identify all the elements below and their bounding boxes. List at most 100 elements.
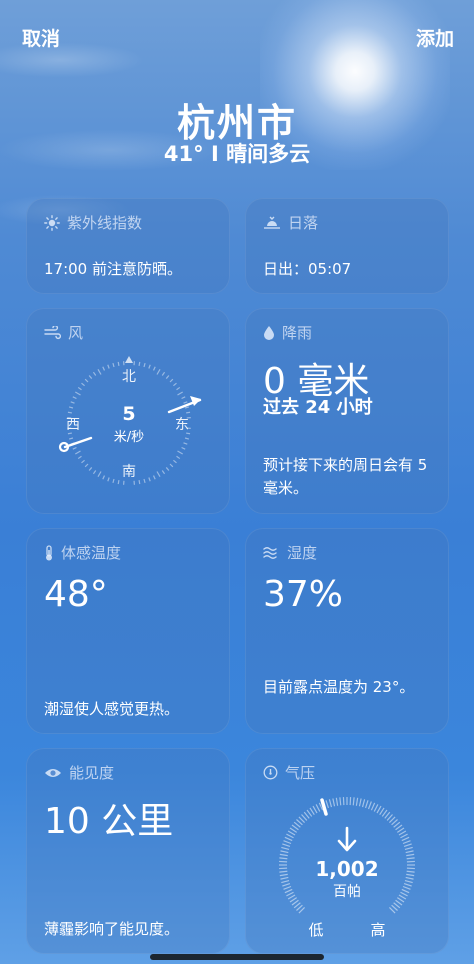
compass-tick xyxy=(92,470,97,475)
compass-west: 西 xyxy=(66,417,80,433)
gauge-tick xyxy=(328,799,333,808)
wind-speed: 5 xyxy=(122,403,135,425)
gauge-tick xyxy=(291,824,299,831)
compass-tick xyxy=(112,478,115,484)
compass-tick xyxy=(165,375,170,379)
gauge-tick xyxy=(406,857,415,860)
feels-card-header: 体感温度 xyxy=(44,542,121,563)
compass-tick xyxy=(68,437,74,440)
gauge-tick xyxy=(376,805,382,814)
compass-tick xyxy=(181,396,186,400)
compass-tick xyxy=(138,361,141,366)
compass-tick xyxy=(81,459,85,464)
gauge-tick xyxy=(406,853,415,857)
gauge-tick xyxy=(403,843,412,848)
gauge-tick xyxy=(281,879,290,884)
gauge-tick xyxy=(280,876,289,880)
compass-tick xyxy=(112,362,115,368)
compass-tick xyxy=(173,382,177,387)
gauge-tick xyxy=(286,891,294,897)
gauge-tick xyxy=(373,804,379,812)
compass-tick xyxy=(88,375,93,379)
gauge-tick xyxy=(396,827,405,833)
compass-tick xyxy=(169,378,174,383)
compass-tick xyxy=(77,386,82,391)
gauge-tick xyxy=(398,830,407,836)
gauge-tick xyxy=(279,853,288,857)
compass-tick xyxy=(107,477,110,482)
humidity-text: 目前露点温度为 23°。 xyxy=(263,678,415,696)
pressure-gauge: 1,002 百帕 低 高 xyxy=(279,797,415,939)
gauge-tick xyxy=(395,824,403,831)
wind-card[interactable]: 风 北 南 东 西 5 米/秒 xyxy=(26,308,230,514)
visibility-title: 能见度 xyxy=(69,764,115,782)
pressure-low-label: 低 xyxy=(308,921,323,939)
gauge-tick xyxy=(403,882,412,887)
compass-tick xyxy=(152,366,156,371)
gauge-tick xyxy=(283,840,292,845)
gauge-tick xyxy=(401,888,410,894)
wind-icon xyxy=(44,325,61,340)
gauge-tick xyxy=(370,802,376,811)
compass-tick xyxy=(92,371,97,376)
wind-unit: 米/秒 xyxy=(114,430,144,445)
gauge-tick xyxy=(291,899,299,906)
arrow-down-icon xyxy=(337,826,357,852)
compass-tick xyxy=(156,471,161,477)
gauge-tick xyxy=(335,797,339,806)
add-button[interactable]: 添加 xyxy=(416,24,454,51)
gauge-tick xyxy=(402,885,411,890)
gauge-tick xyxy=(406,870,415,873)
gauge-tick xyxy=(364,800,369,809)
uv-title: 紫外线指数 xyxy=(67,214,143,232)
precipitation-card[interactable]: 降雨 0 毫米 过去 24 小时 预计接下来的周日会有 5 毫米。 xyxy=(245,308,449,514)
compass-tick xyxy=(75,450,81,455)
gauge-tick xyxy=(289,827,298,833)
home-indicator[interactable] xyxy=(150,954,324,960)
gauge-tick xyxy=(395,899,403,906)
gauge-tick xyxy=(367,801,372,810)
uv-index-card[interactable]: 紫外线指数 17:00 前注意防晒。 xyxy=(26,198,230,294)
cancel-button[interactable]: 取消 xyxy=(22,24,60,51)
pressure-card[interactable]: 气压 1,002 百帕 低 高 xyxy=(245,748,449,954)
sunset-card[interactable]: 日落 日出：05:07 xyxy=(245,198,449,294)
compass-tick xyxy=(173,459,177,464)
compass-east: 东 xyxy=(175,417,189,433)
compass-tick xyxy=(77,455,82,460)
compass-tick xyxy=(181,446,186,450)
gauge-tick xyxy=(289,897,298,903)
compass-tick xyxy=(184,406,190,409)
gauge-tick xyxy=(402,840,411,845)
compass-tick xyxy=(152,475,156,480)
feels-like-card[interactable]: 体感温度 48° 潮湿使人感觉更热。 xyxy=(26,528,230,734)
gauge-tick xyxy=(406,873,415,877)
humidity-card[interactable]: 湿度 37% 目前露点温度为 23°。 xyxy=(245,528,449,734)
visibility-card[interactable]: 能见度 10 公里 薄霾影响了能见度。 xyxy=(26,748,230,954)
gauge-tick xyxy=(400,833,408,839)
rain-card-header: 降雨 xyxy=(263,322,312,343)
compass-tick xyxy=(169,463,174,468)
pressure-card-header: 气压 xyxy=(263,762,315,783)
pressure-high-label: 高 xyxy=(370,921,385,939)
compass-tick xyxy=(183,401,188,404)
compass-tick xyxy=(148,364,151,369)
gauge-tick xyxy=(281,846,290,851)
rain-forecast: 预计接下来的周日会有 5 毫米。 xyxy=(263,456,428,497)
compass-tick xyxy=(102,366,106,371)
sunset-title: 日落 xyxy=(288,214,319,232)
compass-tick xyxy=(143,362,146,368)
compass-tick xyxy=(102,475,106,480)
compass-tick xyxy=(186,411,191,414)
compass-tick xyxy=(68,406,74,409)
compass-tick xyxy=(165,467,170,471)
compass-south: 南 xyxy=(122,464,136,480)
uv-text: 17:00 前注意防晒。 xyxy=(44,260,182,278)
compass-tick xyxy=(84,378,89,383)
sunset-card-header: 日落 xyxy=(263,212,318,233)
compass-tick xyxy=(148,477,151,482)
gauge-tick xyxy=(279,857,288,860)
visibility-text: 薄霾影响了能见度。 xyxy=(44,920,180,938)
gauge-tick xyxy=(279,870,288,873)
gauge-tick xyxy=(332,798,336,807)
gauge-tick xyxy=(358,798,362,807)
